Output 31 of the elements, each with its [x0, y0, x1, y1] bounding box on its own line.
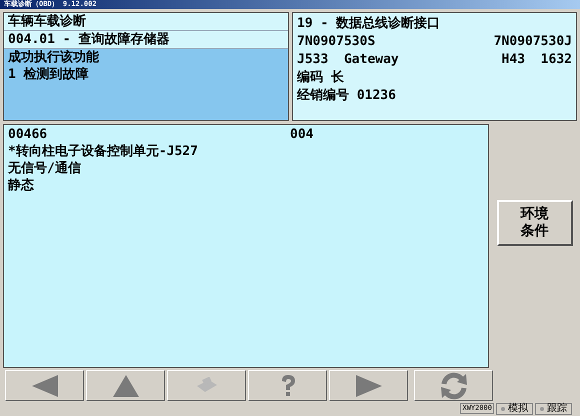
control-unit-info: 经销编号 01236 — [297, 87, 396, 105]
result-text: 1 检测到故障 — [8, 66, 90, 83]
function-line[interactable]: 车辆车载诊断 — [4, 13, 288, 31]
indicator-dot-icon — [540, 406, 544, 410]
indicator-label: 跟踪 — [547, 404, 567, 414]
forward-button[interactable] — [329, 370, 408, 401]
control-unit-title: 19 - 数据总线诊断接口 — [297, 15, 442, 33]
up-arrow-icon — [110, 374, 140, 398]
refresh-icon — [438, 370, 468, 400]
fault-text: 静态 — [8, 177, 35, 194]
indicator-dot-icon — [501, 406, 505, 410]
button-label-line: 条件 — [520, 223, 548, 240]
control-unit-info: 7N0907530J — [494, 33, 572, 51]
left-arrow-icon — [30, 374, 60, 398]
result-text: 成功执行该功能 — [8, 49, 100, 66]
control-unit-info: H43 1632 — [502, 51, 572, 69]
help-button[interactable] — [248, 370, 327, 401]
indicator-label: 模拟 — [508, 404, 528, 414]
fault-text: 无信号/通信 — [8, 160, 82, 177]
fault-value: 004 — [290, 127, 314, 143]
back-button[interactable] — [5, 370, 84, 401]
control-unit-info: J533 Gateway — [297, 51, 399, 69]
fault-text: *转向柱电子设备控制单元-J527 — [8, 143, 199, 160]
fault-code: 00466 — [8, 127, 48, 143]
button-label-line: 环境 — [520, 206, 548, 223]
control-unit-info: 7N0907530S — [297, 33, 376, 51]
control-unit-info: 编码 长 — [297, 69, 344, 87]
environment-conditions-button[interactable]: 环境 条件 — [496, 200, 572, 246]
up-button[interactable] — [86, 370, 165, 401]
right-arrow-icon — [354, 374, 384, 398]
refresh-button[interactable] — [414, 370, 493, 401]
